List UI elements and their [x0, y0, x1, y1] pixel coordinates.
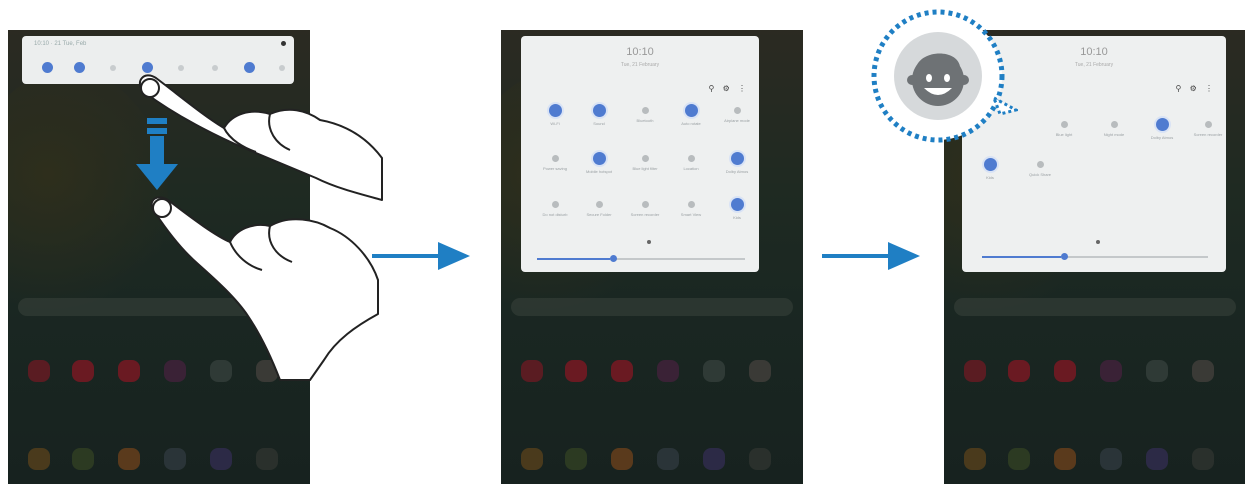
- app-icon[interactable]: [703, 360, 725, 382]
- dock-app-icon[interactable]: [1192, 448, 1214, 470]
- dock-app-icon[interactable]: [210, 448, 232, 470]
- airplane-icon: [733, 107, 741, 114]
- clock: 10:10: [626, 46, 654, 58]
- date: Tue, 21 February: [620, 62, 660, 68]
- tile-quick-share[interactable]: Quick Share: [1020, 158, 1060, 177]
- dock-app-icon[interactable]: [1146, 448, 1168, 470]
- tile-power-saving[interactable]: Power saving: [535, 152, 575, 171]
- tile-kids[interactable]: Kids: [717, 198, 757, 220]
- app-icon[interactable]: [657, 360, 679, 382]
- brightness-slider[interactable]: [537, 255, 745, 262]
- status-text: 10:10 · 21 Tue, Feb: [34, 41, 87, 47]
- app-icon[interactable]: [28, 360, 50, 382]
- bluetooth-tile-icon[interactable]: [110, 65, 116, 71]
- dock-app-icon[interactable]: [118, 448, 140, 470]
- brightness-knob[interactable]: [609, 255, 617, 262]
- brightness-slider[interactable]: [982, 253, 1208, 260]
- kids-icon: [730, 198, 744, 211]
- tile-dolby[interactable]: Dolby Atmos: [717, 152, 757, 174]
- arrow-right-icon: [822, 242, 920, 270]
- dock-app-icon[interactable]: [964, 448, 986, 470]
- tile-secure-folder[interactable]: Secure Folder: [579, 198, 619, 217]
- share-icon: [1036, 161, 1044, 168]
- tile-smart-view[interactable]: Smart View: [671, 198, 711, 217]
- dock-app-icon[interactable]: [657, 448, 679, 470]
- dock-app-icon[interactable]: [28, 448, 50, 470]
- search-bar[interactable]: [954, 298, 1236, 316]
- home-screen-2: 10:10 Tue, 21 February ⚲ ⚙ ⋮ Wi-Fi Sound…: [501, 30, 803, 484]
- app-icon[interactable]: [1008, 360, 1030, 382]
- battery-icon: [551, 155, 559, 162]
- folder-icon: [595, 201, 603, 208]
- tile-auto-rotate[interactable]: Auto rotate: [671, 104, 711, 126]
- app-icon[interactable]: [964, 360, 986, 382]
- tile-blue-light[interactable]: Blue light: [1044, 118, 1084, 137]
- wifi-icon: [548, 104, 562, 117]
- app-icon[interactable]: [1192, 360, 1214, 382]
- sound-tile-icon[interactable]: [74, 62, 85, 73]
- app-icon[interactable]: [521, 360, 543, 382]
- dolby-icon: [1155, 118, 1169, 131]
- recorder-icon: [641, 201, 649, 208]
- night-mode-icon: [1110, 121, 1118, 128]
- tile-location[interactable]: Location: [671, 152, 711, 171]
- lower-hand-icon: [150, 196, 379, 381]
- down-arrow-icon: [136, 118, 178, 190]
- recorder-icon: [1204, 121, 1212, 128]
- dock-app-icon[interactable]: [611, 448, 633, 470]
- blue-light-icon: [641, 155, 649, 162]
- kids-icon-callout: [871, 9, 1018, 143]
- dock-app-icon[interactable]: [164, 448, 186, 470]
- upper-hand-icon: [138, 74, 383, 201]
- cast-icon: [687, 201, 695, 208]
- tile-screen-recorder[interactable]: Screen recorder: [1188, 118, 1228, 137]
- location-icon: [687, 155, 695, 162]
- tile-dnd[interactable]: Do not disturb: [535, 198, 575, 217]
- page-indicator: [647, 240, 651, 244]
- page-indicator: [1096, 240, 1100, 244]
- dock-app-icon[interactable]: [565, 448, 587, 470]
- tile-dolby[interactable]: Dolby Atmos: [1142, 118, 1182, 140]
- brightness-knob[interactable]: [1061, 253, 1069, 260]
- tile-sound[interactable]: Sound: [579, 104, 619, 126]
- app-icon[interactable]: [749, 360, 771, 382]
- app-icon[interactable]: [1100, 360, 1122, 382]
- app-icon[interactable]: [1146, 360, 1168, 382]
- app-icon[interactable]: [1054, 360, 1076, 382]
- dock-app-icon[interactable]: [1054, 448, 1076, 470]
- tile-screen-recorder[interactable]: Screen recorder: [625, 198, 665, 217]
- tile-wifi[interactable]: Wi-Fi: [535, 104, 575, 126]
- tile-night-mode[interactable]: Night mode: [1094, 118, 1134, 137]
- tile-blue-light[interactable]: Blue light filter: [625, 152, 665, 171]
- dolby-icon: [730, 152, 744, 165]
- tile-airplane[interactable]: Airplane mode: [717, 104, 757, 123]
- dock-app-icon[interactable]: [1008, 448, 1030, 470]
- arrow-right-icon: [372, 242, 470, 270]
- app-icon[interactable]: [565, 360, 587, 382]
- dock-app-icon[interactable]: [256, 448, 278, 470]
- dock-app-icon[interactable]: [521, 448, 543, 470]
- wifi-tile-icon[interactable]: [42, 62, 53, 73]
- tile-hotspot[interactable]: Mobile hotspot: [579, 152, 619, 174]
- panel-top-icons[interactable]: ⚲ ⚙ ⋮: [1176, 84, 1216, 93]
- app-icon[interactable]: [72, 360, 94, 382]
- app-icon[interactable]: [611, 360, 633, 382]
- swipe-down-gesture-illustration: [136, 74, 383, 381]
- panel-top-icons[interactable]: ⚲ ⚙ ⋮: [709, 84, 749, 93]
- search-bar[interactable]: [511, 298, 793, 316]
- hotspot-icon: [592, 152, 606, 165]
- sound-icon: [592, 104, 606, 117]
- blue-light-icon: [1060, 121, 1068, 128]
- kids-icon: [983, 158, 997, 171]
- bluetooth-icon: [641, 107, 649, 114]
- rotate-icon: [684, 104, 698, 117]
- dnd-icon: [551, 201, 559, 208]
- tile-bluetooth[interactable]: Bluetooth: [625, 104, 665, 123]
- tile-kids[interactable]: Kids: [970, 158, 1010, 180]
- dock-app-icon[interactable]: [72, 448, 94, 470]
- dock-app-icon[interactable]: [1100, 448, 1122, 470]
- dock-app-icon[interactable]: [703, 448, 725, 470]
- quick-panel-expanded: 10:10 Tue, 21 February ⚲ ⚙ ⋮ Wi-Fi Sound…: [521, 36, 759, 272]
- dock-app-icon[interactable]: [749, 448, 771, 470]
